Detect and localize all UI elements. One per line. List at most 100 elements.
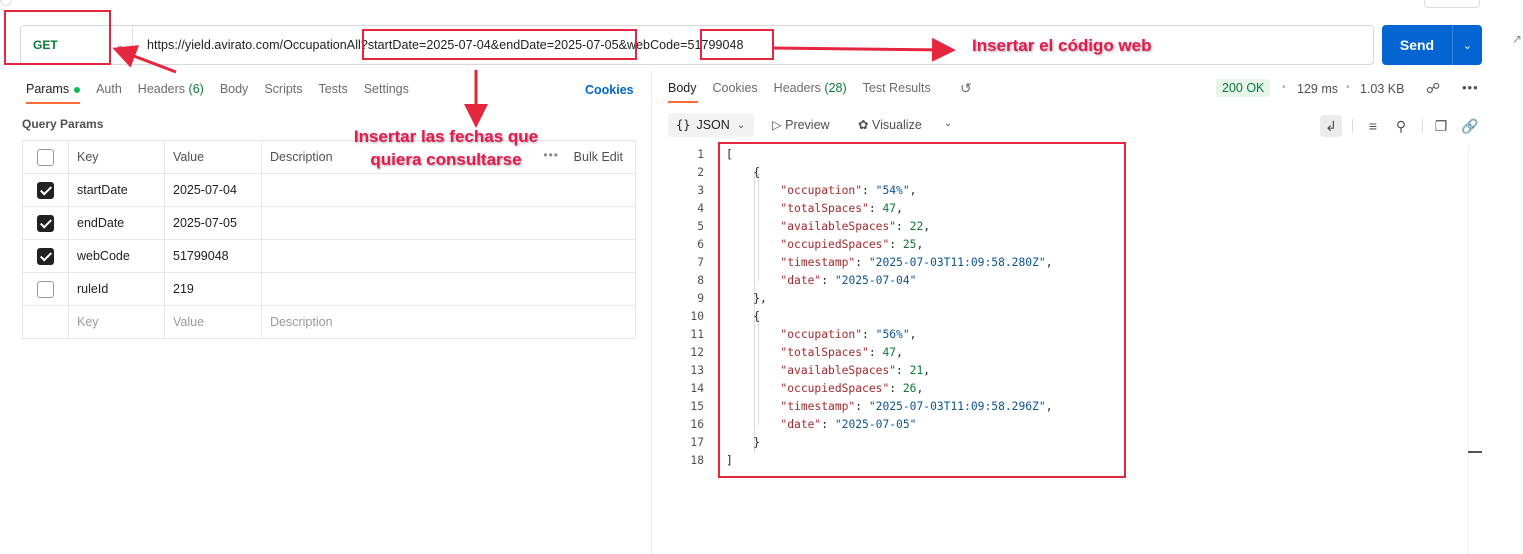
- new-key-input[interactable]: Key: [68, 305, 165, 339]
- top-action-button[interactable]: [1424, 0, 1480, 8]
- play-icon: ▷: [772, 118, 782, 132]
- param-checkbox[interactable]: [37, 280, 54, 298]
- param-value[interactable]: 219: [164, 272, 262, 306]
- toolbar-divider: [1352, 119, 1353, 133]
- param-description[interactable]: [261, 173, 636, 207]
- line-number: 11: [690, 328, 704, 341]
- tab-tests[interactable]: Tests: [319, 82, 348, 102]
- sidebar-toggle-icon[interactable]: ↗: [1512, 32, 1522, 46]
- tab-body[interactable]: Body: [220, 82, 249, 102]
- cookies-link[interactable]: Cookies: [585, 83, 634, 97]
- response-size[interactable]: 1.03 KB: [1360, 82, 1404, 96]
- tab-params-label: Params: [26, 82, 70, 96]
- param-value[interactable]: 2025-07-04: [164, 173, 262, 207]
- line-number: 6: [697, 238, 704, 251]
- new-description-input[interactable]: Description: [261, 305, 636, 339]
- response-headers-count: (28): [824, 81, 847, 95]
- annotation-webcode-text: Insertar el código web: [972, 36, 1152, 55]
- separator-dot: •: [1346, 82, 1350, 93]
- bulk-edit-button[interactable]: Bulk Edit: [574, 150, 623, 164]
- annotation-dates-text-line1: Insertar las fechas que: [353, 127, 539, 146]
- line-number: 4: [697, 202, 704, 215]
- line-number: 18: [690, 454, 704, 467]
- table-row: webCode 51799048: [22, 239, 636, 273]
- globe-icon[interactable]: ☍: [1426, 80, 1440, 97]
- checkbox-cell: [22, 173, 69, 207]
- link-icon[interactable]: 🔗: [1459, 115, 1481, 137]
- tab-params[interactable]: Params: [26, 82, 81, 104]
- tab-scripts[interactable]: Scripts: [264, 82, 302, 102]
- tab-response-body[interactable]: Body: [668, 81, 697, 101]
- line-number: 17: [690, 436, 704, 449]
- status-badge[interactable]: 200 OK: [1216, 79, 1271, 97]
- annotation-box-webcode: [700, 29, 774, 60]
- param-description[interactable]: [261, 239, 636, 273]
- preview-button[interactable]: ▷ Preview: [772, 117, 830, 132]
- checkbox-cell: [22, 272, 69, 306]
- annotation-box-dates: [362, 29, 637, 60]
- scrollbar-thumb[interactable]: [1468, 451, 1482, 453]
- line-number: 9: [697, 292, 704, 305]
- visualize-icon: ✿: [858, 118, 869, 132]
- tab-headers[interactable]: Headers (6): [138, 82, 204, 102]
- param-checkbox[interactable]: [37, 181, 54, 199]
- active-tab-underline: [26, 102, 80, 104]
- table-row: startDate 2025-07-04: [22, 173, 636, 207]
- annotation-box-method: [4, 10, 111, 65]
- param-key[interactable]: startDate: [68, 173, 165, 207]
- checkbox-cell: [22, 305, 69, 339]
- copy-icon[interactable]: ❐: [1430, 115, 1452, 137]
- send-button[interactable]: Send: [1382, 25, 1452, 65]
- key-header: Key: [68, 140, 165, 174]
- table-row: ruleId 219: [22, 272, 636, 306]
- line-number: 7: [697, 256, 704, 269]
- scrollbar-track[interactable]: [1468, 146, 1469, 554]
- filter-icon[interactable]: ≡: [1362, 115, 1384, 137]
- visualize-button[interactable]: ✿ Visualize: [858, 117, 922, 132]
- headers-count: (6): [188, 82, 204, 96]
- select-all-checkbox[interactable]: [37, 148, 54, 166]
- window-corner: [0, 0, 12, 6]
- param-description[interactable]: [261, 272, 636, 306]
- param-checkbox[interactable]: [37, 214, 54, 232]
- url-bar: GET ⌄ https://yield.avirato.com/Occupati…: [20, 25, 1374, 65]
- annotation-dates-text-line2: quiera consultarse: [370, 150, 522, 169]
- table-row: endDate 2025-07-05: [22, 206, 636, 240]
- pane-divider[interactable]: [651, 70, 652, 554]
- line-number: 15: [690, 400, 704, 413]
- response-time[interactable]: 129 ms: [1297, 82, 1338, 96]
- preview-label: Preview: [785, 118, 830, 132]
- param-value[interactable]: 51799048: [164, 239, 262, 273]
- new-value-input[interactable]: Value: [164, 305, 262, 339]
- tab-auth[interactable]: Auth: [96, 82, 122, 102]
- param-checkbox[interactable]: [37, 247, 54, 265]
- line-number: 14: [690, 382, 704, 395]
- visualize-label: Visualize: [871, 118, 922, 132]
- wrap-lines-icon[interactable]: ↲: [1320, 115, 1342, 137]
- active-dot-icon: [74, 86, 81, 93]
- select-all-cell: [22, 140, 69, 174]
- tab-response-headers[interactable]: Headers (28): [774, 81, 847, 101]
- tab-settings[interactable]: Settings: [364, 82, 409, 102]
- param-value[interactable]: 2025-07-05: [164, 206, 262, 240]
- tab-response-headers-label: Headers: [773, 81, 821, 95]
- value-header: Value: [164, 140, 262, 174]
- param-description[interactable]: [261, 206, 636, 240]
- search-icon[interactable]: ⚲: [1390, 115, 1412, 137]
- send-options-button[interactable]: ⌄: [1452, 25, 1482, 65]
- top-bar: [0, 0, 1523, 22]
- tab-response-cookies[interactable]: Cookies: [713, 81, 758, 101]
- line-number: 5: [697, 220, 704, 233]
- param-key[interactable]: endDate: [68, 206, 165, 240]
- line-number: 2: [697, 166, 704, 179]
- tab-test-results[interactable]: Test Results: [863, 81, 931, 101]
- history-icon[interactable]: ↺: [960, 80, 972, 97]
- param-key[interactable]: ruleId: [68, 272, 165, 306]
- param-key[interactable]: webCode: [68, 239, 165, 273]
- chevron-down-icon[interactable]: ⌄: [944, 118, 952, 129]
- toolbar-divider: [1422, 119, 1423, 133]
- format-select[interactable]: {} JSON ⌄: [668, 113, 754, 137]
- chevron-down-icon: ⌄: [1462, 39, 1473, 52]
- line-number: 8: [697, 274, 704, 287]
- more-horizontal-icon[interactable]: •••: [1462, 80, 1479, 95]
